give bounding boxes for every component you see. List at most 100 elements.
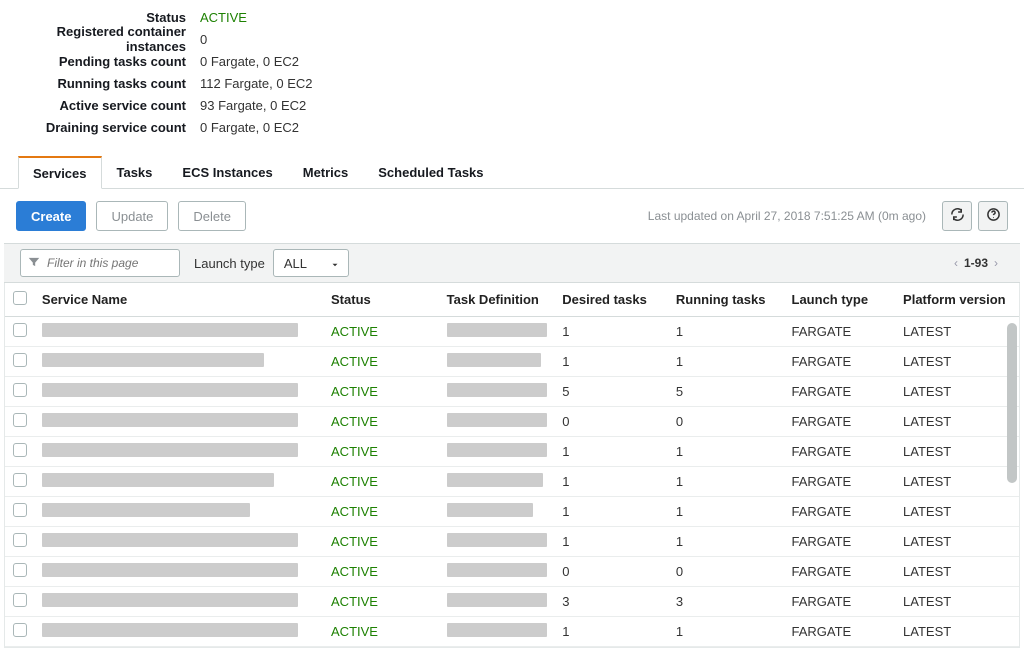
launch-type-label: Launch type — [194, 256, 265, 271]
service-name-redacted[interactable] — [42, 593, 298, 607]
chevron-down-icon — [330, 258, 340, 273]
service-row[interactable]: ACTIVE11FARGATELATEST — [5, 617, 1019, 647]
col-platform[interactable]: Platform version — [895, 283, 1019, 317]
task-def-redacted[interactable] — [447, 353, 541, 367]
update-button[interactable]: Update — [96, 201, 168, 231]
col-service-name[interactable]: Service Name — [34, 283, 323, 317]
create-button[interactable]: Create — [16, 201, 86, 231]
service-row[interactable]: ACTIVE11FARGATELATEST — [5, 527, 1019, 557]
task-def-redacted[interactable] — [447, 323, 547, 337]
row-checkbox[interactable] — [13, 443, 27, 457]
row-platform: LATEST — [895, 497, 1019, 527]
row-checkbox[interactable] — [13, 533, 27, 547]
service-row[interactable]: ACTIVE11FARGATELATEST — [5, 437, 1019, 467]
row-status: ACTIVE — [331, 354, 378, 369]
task-def-redacted[interactable] — [447, 593, 547, 607]
row-desired: 3 — [554, 587, 668, 617]
reg-inst-value: 0 — [200, 32, 207, 47]
service-row[interactable]: ACTIVE00FARGATELATEST — [5, 557, 1019, 587]
service-name-redacted[interactable] — [42, 563, 298, 577]
scrollbar-thumb[interactable] — [1007, 323, 1017, 483]
pending-label: Pending tasks count — [0, 54, 200, 69]
service-name-redacted[interactable] — [42, 353, 264, 367]
service-name-redacted[interactable] — [42, 473, 274, 487]
launch-type-select[interactable]: ALL — [273, 249, 349, 277]
service-name-redacted[interactable] — [42, 413, 298, 427]
service-name-redacted[interactable] — [42, 623, 298, 637]
row-status: ACTIVE — [331, 534, 378, 549]
row-running: 1 — [668, 347, 784, 377]
task-def-redacted[interactable] — [447, 443, 547, 457]
row-running: 5 — [668, 377, 784, 407]
service-row[interactable]: ACTIVE11FARGATELATEST — [5, 347, 1019, 377]
tab-metrics[interactable]: Metrics — [288, 156, 364, 188]
row-platform: LATEST — [895, 407, 1019, 437]
task-def-redacted[interactable] — [447, 563, 547, 577]
col-launch[interactable]: Launch type — [784, 283, 896, 317]
service-row[interactable]: ACTIVE00FARGATELATEST — [5, 407, 1019, 437]
row-running: 1 — [668, 467, 784, 497]
row-running: 1 — [668, 437, 784, 467]
refresh-button[interactable] — [942, 201, 972, 231]
draining-label: Draining service count — [0, 120, 200, 135]
delete-button[interactable]: Delete — [178, 201, 246, 231]
service-name-redacted[interactable] — [42, 533, 298, 547]
tab-scheduled-tasks[interactable]: Scheduled Tasks — [363, 156, 498, 188]
row-launch: FARGATE — [784, 557, 896, 587]
pager-next[interactable]: › — [988, 256, 1004, 270]
service-name-redacted[interactable] — [42, 503, 250, 517]
active-svc-value: 93 Fargate, 0 EC2 — [200, 98, 306, 113]
pending-value: 0 Fargate, 0 EC2 — [200, 54, 299, 69]
tab-ecs-instances[interactable]: ECS Instances — [167, 156, 287, 188]
row-status: ACTIVE — [331, 444, 378, 459]
cluster-summary: Status ACTIVE Registered container insta… — [0, 0, 1024, 156]
row-running: 1 — [668, 527, 784, 557]
row-status: ACTIVE — [331, 384, 378, 399]
service-row[interactable]: ACTIVE11FARGATELATEST — [5, 467, 1019, 497]
row-launch: FARGATE — [784, 527, 896, 557]
row-platform: LATEST — [895, 347, 1019, 377]
col-task-def[interactable]: Task Definition — [439, 283, 555, 317]
row-checkbox[interactable] — [13, 383, 27, 397]
task-def-redacted[interactable] — [447, 623, 547, 637]
task-def-redacted[interactable] — [447, 503, 533, 517]
row-launch: FARGATE — [784, 467, 896, 497]
row-platform: LATEST — [895, 467, 1019, 497]
row-checkbox[interactable] — [13, 353, 27, 367]
service-row[interactable]: ACTIVE33FARGATELATEST — [5, 587, 1019, 617]
task-def-redacted[interactable] — [447, 383, 547, 397]
task-def-redacted[interactable] — [447, 413, 547, 427]
tab-services[interactable]: Services — [18, 156, 102, 189]
row-checkbox[interactable] — [13, 593, 27, 607]
row-checkbox[interactable] — [13, 413, 27, 427]
help-button[interactable] — [978, 201, 1008, 231]
draining-value: 0 Fargate, 0 EC2 — [200, 120, 299, 135]
col-running[interactable]: Running tasks — [668, 283, 784, 317]
row-status: ACTIVE — [331, 474, 378, 489]
col-status[interactable]: Status — [323, 283, 439, 317]
row-desired: 1 — [554, 527, 668, 557]
service-name-redacted[interactable] — [42, 383, 298, 397]
pager-prev[interactable]: ‹ — [948, 256, 964, 270]
row-checkbox[interactable] — [13, 623, 27, 637]
select-all-checkbox[interactable] — [13, 291, 27, 305]
filter-input[interactable] — [20, 249, 180, 277]
service-name-redacted[interactable] — [42, 323, 298, 337]
tab-tasks[interactable]: Tasks — [102, 156, 168, 188]
reg-inst-label: Registered container instances — [0, 24, 200, 54]
pager: ‹ 1-93 › — [948, 256, 1004, 270]
row-checkbox[interactable] — [13, 503, 27, 517]
row-desired: 1 — [554, 437, 668, 467]
refresh-icon — [950, 207, 965, 225]
row-checkbox[interactable] — [13, 473, 27, 487]
service-name-redacted[interactable] — [42, 443, 298, 457]
col-desired[interactable]: Desired tasks — [554, 283, 668, 317]
row-status: ACTIVE — [331, 504, 378, 519]
service-row[interactable]: ACTIVE55FARGATELATEST — [5, 377, 1019, 407]
task-def-redacted[interactable] — [447, 473, 543, 487]
service-row[interactable]: ACTIVE11FARGATELATEST — [5, 317, 1019, 347]
row-checkbox[interactable] — [13, 563, 27, 577]
task-def-redacted[interactable] — [447, 533, 547, 547]
row-checkbox[interactable] — [13, 323, 27, 337]
service-row[interactable]: ACTIVE11FARGATELATEST — [5, 497, 1019, 527]
